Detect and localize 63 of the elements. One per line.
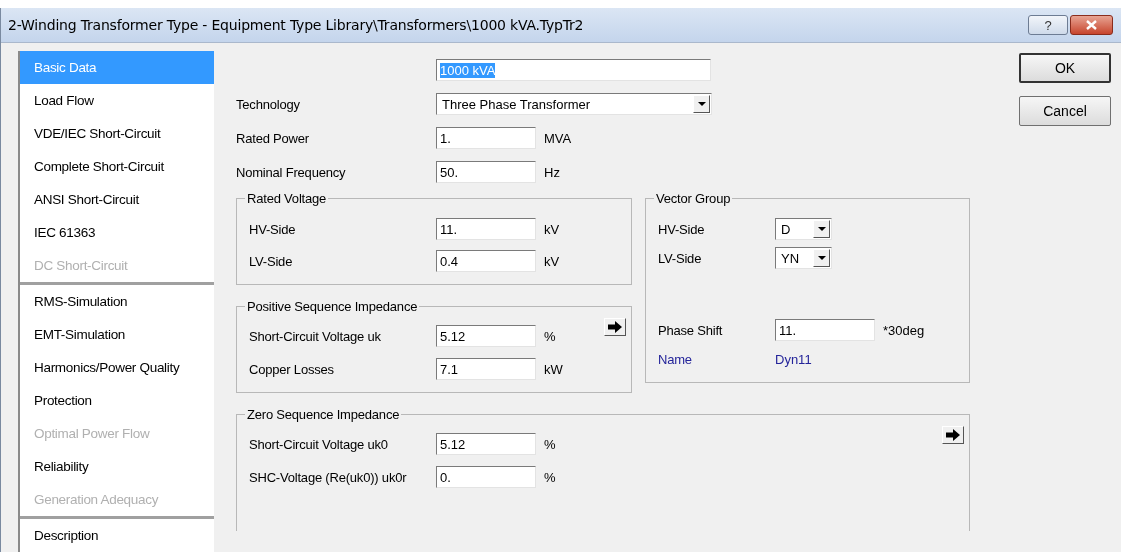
input-field[interactable]: 7.1 (436, 358, 536, 380)
unit-label: kV (544, 221, 560, 237)
caret-icon (697, 102, 706, 106)
sidebar-item[interactable]: RMS-Simulation (20, 285, 214, 318)
sidebar-item[interactable]: VDE/IEC Short-Circuit (20, 117, 214, 150)
sidebar-item[interactable]: Complete Short-Circuit (20, 150, 214, 183)
dropdown[interactable]: D (775, 218, 832, 240)
sidebar-item[interactable]: EMT-Simulation (20, 318, 214, 351)
caret-icon (817, 227, 826, 231)
sidebar-item[interactable]: Protection (20, 384, 214, 417)
input-field[interactable]: 5.12 (436, 433, 536, 455)
arrow-button[interactable] (604, 318, 626, 336)
unit-label: Hz (544, 164, 560, 180)
field-label: SHC-Voltage (Re(uk0)) uk0r (249, 469, 408, 485)
input-field[interactable]: 11. (775, 319, 875, 341)
help-button[interactable]: ? (1028, 15, 1068, 35)
close-button[interactable] (1070, 15, 1113, 35)
unit-label: kW (544, 361, 563, 377)
right-arrow-icon (946, 429, 960, 441)
unit-label: *30deg (883, 322, 925, 338)
unit-label: % (544, 328, 556, 344)
group-title: Zero Sequence Impedance (246, 407, 401, 422)
sidebar-item[interactable]: Description (20, 519, 214, 552)
dropdown[interactable]: YN (775, 247, 832, 269)
sidebar-item[interactable]: Harmonics/Power Quality (20, 351, 214, 384)
field-label: HV-Side (249, 221, 297, 237)
technology-dropdown[interactable]: Three Phase Transformer (436, 93, 712, 115)
group-title: Vector Group (655, 191, 732, 206)
right-arrow-icon (608, 321, 622, 333)
input-field[interactable]: 11. (436, 218, 536, 240)
window-title: 2-Winding Transformer Type - Equipment Type Library\Transformers\1000 kVA.TypTr2 (8, 17, 585, 33)
field-label: Phase Shift (658, 322, 724, 338)
dialog-button[interactable]: OK (1019, 53, 1111, 83)
sidebar-item[interactable]: Load Flow (20, 84, 214, 117)
field-label: Copper Losses (249, 361, 335, 377)
field-label: Nominal Frequency (236, 164, 347, 180)
input-field[interactable]: 1. (436, 127, 536, 149)
field-value: Dyn11 (775, 351, 812, 367)
input-field[interactable]: 50. (436, 161, 536, 183)
field-label: Name (658, 351, 693, 367)
sidebar-item[interactable]: Reliability (20, 450, 214, 483)
group-title: Positive Sequence Impedance (246, 299, 419, 314)
field-label: LV-Side (658, 250, 703, 266)
sidebar-item[interactable]: ANSI Short-Circuit (20, 183, 214, 216)
field-label: Rated Power (236, 130, 310, 146)
input-field[interactable]: 0.4 (436, 250, 536, 272)
unit-label: kV (544, 253, 560, 269)
input-field[interactable]: 5.12 (436, 325, 536, 347)
sidebar-item[interactable]: IEC 61363 (20, 216, 214, 249)
field-label: HV-Side (658, 221, 706, 237)
caret-icon (817, 256, 826, 260)
field-label: Short-Circuit Voltage uk (249, 328, 382, 344)
unit-label: MVA (544, 130, 572, 146)
dialog-button[interactable]: Cancel (1019, 96, 1111, 126)
field-label: Technology (236, 96, 301, 112)
unit-label: % (544, 436, 556, 452)
group-title: Rated Voltage (246, 191, 328, 206)
field-label: LV-Side (249, 253, 294, 269)
input-field[interactable]: 0. (436, 466, 536, 488)
arrow-button[interactable] (942, 426, 964, 444)
close-icon (1086, 20, 1097, 30)
field-label: Short-Circuit Voltage uk0 (249, 436, 389, 452)
unit-label: % (544, 469, 556, 485)
